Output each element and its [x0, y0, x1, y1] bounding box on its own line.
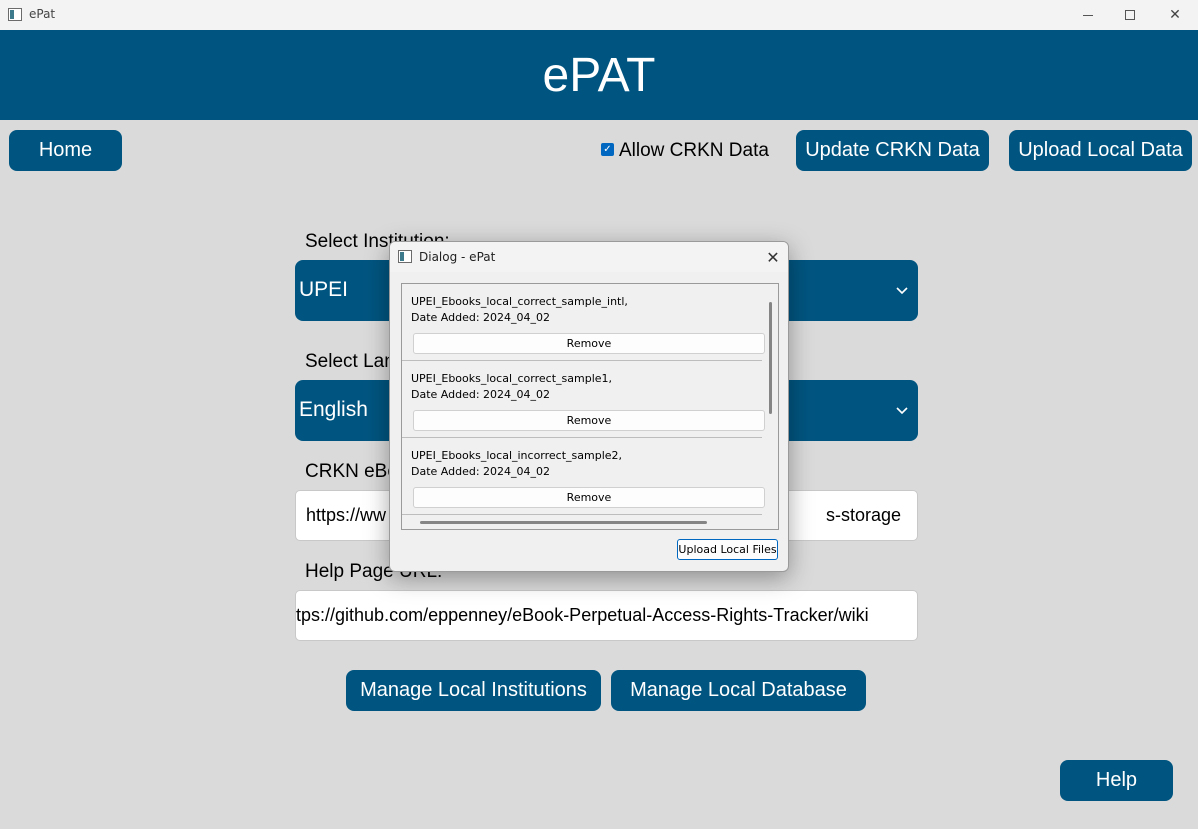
remove-button[interactable]: Remove: [413, 333, 765, 354]
vertical-scrollbar[interactable]: [769, 302, 772, 414]
app-icon: [8, 8, 22, 21]
chevron-down-icon: [896, 407, 908, 415]
dialog-close-button[interactable]: ✕: [762, 246, 784, 268]
remove-button[interactable]: Remove: [413, 410, 765, 431]
file-name: UPEI_Ebooks_local_incorrect_sample2,: [411, 449, 623, 462]
checkmark-icon: ✓: [603, 143, 612, 155]
language-value: English: [299, 398, 368, 421]
file-name: UPEI_Ebooks_local_correct_sample_intl,: [411, 295, 628, 308]
file-date: Date Added: 2024_04_02: [411, 465, 551, 478]
app-title: ePAT: [542, 48, 656, 102]
upload-local-data-button[interactable]: Upload Local Data: [1009, 130, 1192, 171]
list-item: UPEI_Ebooks_local_incorrect_sample2, Dat…: [402, 438, 765, 515]
close-icon: ✕: [766, 247, 780, 267]
upload-local-files-button[interactable]: Upload Local Files: [677, 539, 778, 560]
dialog-titlebar: Dialog - ePat ✕: [390, 242, 788, 272]
minimize-icon: [1083, 14, 1093, 16]
help-url-field[interactable]: https://github.com/eppenney/eBook-Perpet…: [295, 590, 918, 641]
dialog-title: Dialog - ePat: [419, 250, 496, 264]
maximize-icon: [1125, 10, 1135, 20]
help-url-value: https://github.com/eppenney/eBook-Perpet…: [295, 605, 869, 625]
allow-crkn-label[interactable]: Allow CRKN Data: [619, 140, 769, 162]
app-header: ePAT: [0, 30, 1198, 120]
manage-database-dialog: Dialog - ePat ✕ UPEI_Ebooks_local_correc…: [389, 241, 789, 572]
update-crkn-button[interactable]: Update CRKN Data: [796, 130, 989, 171]
allow-crkn-checkbox[interactable]: ✓: [601, 143, 614, 156]
manage-local-database-button[interactable]: Manage Local Database: [611, 670, 866, 711]
window-title: ePat: [29, 7, 56, 21]
remove-button[interactable]: Remove: [413, 487, 765, 508]
list-item: UPEI_Ebooks_local_correct_sample_intl, D…: [402, 284, 765, 361]
local-files-list[interactable]: UPEI_Ebooks_local_correct_sample_intl, D…: [401, 283, 779, 530]
minimize-button[interactable]: [1065, 0, 1111, 30]
help-button[interactable]: Help: [1060, 760, 1173, 801]
app-icon: [398, 250, 412, 263]
window-titlebar: ePat ✕: [0, 0, 1198, 30]
maximize-button[interactable]: [1107, 0, 1153, 30]
list-item: UPEI_Ebooks_local_correct_sample1, Date …: [402, 361, 765, 438]
crkn-url-value-start: https://ww: [306, 505, 387, 525]
file-name: UPEI_Ebooks_local_correct_sample1,: [411, 372, 613, 385]
close-icon: ✕: [1169, 7, 1181, 23]
file-date: Date Added: 2024_04_02: [411, 311, 551, 324]
chevron-down-icon: [896, 287, 908, 295]
file-date: Date Added: 2024_04_02: [411, 388, 551, 401]
crkn-url-value-end: s-storage: [826, 505, 902, 525]
home-button[interactable]: Home: [9, 130, 122, 171]
horizontal-scrollbar[interactable]: [420, 521, 707, 524]
close-window-button[interactable]: ✕: [1152, 0, 1198, 30]
manage-local-institutions-button[interactable]: Manage Local Institutions: [346, 670, 601, 711]
institution-value: UPEI: [299, 278, 349, 301]
